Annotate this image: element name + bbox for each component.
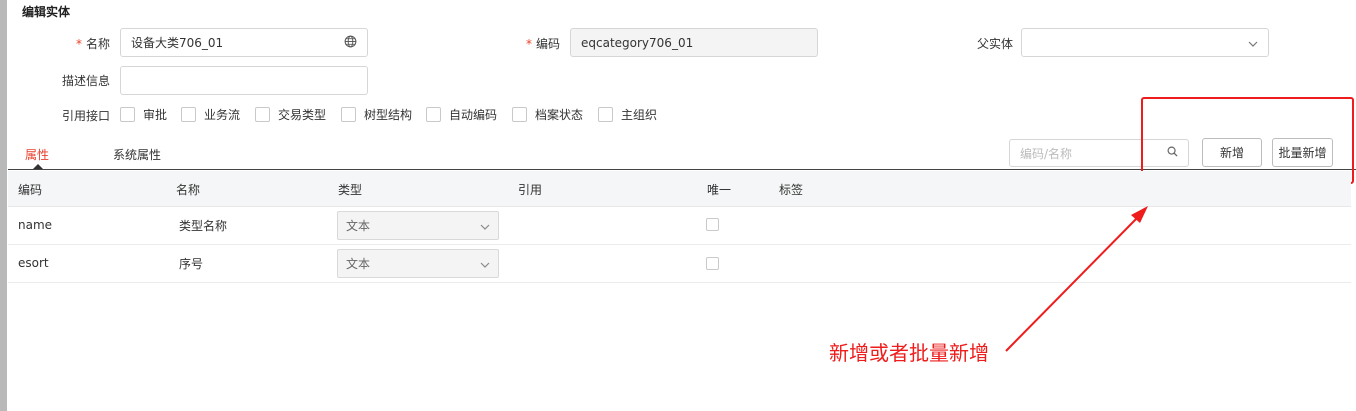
annotation-text: 新增或者批量新增 [829,341,989,365]
annotation-arrow [1005,206,1148,352]
